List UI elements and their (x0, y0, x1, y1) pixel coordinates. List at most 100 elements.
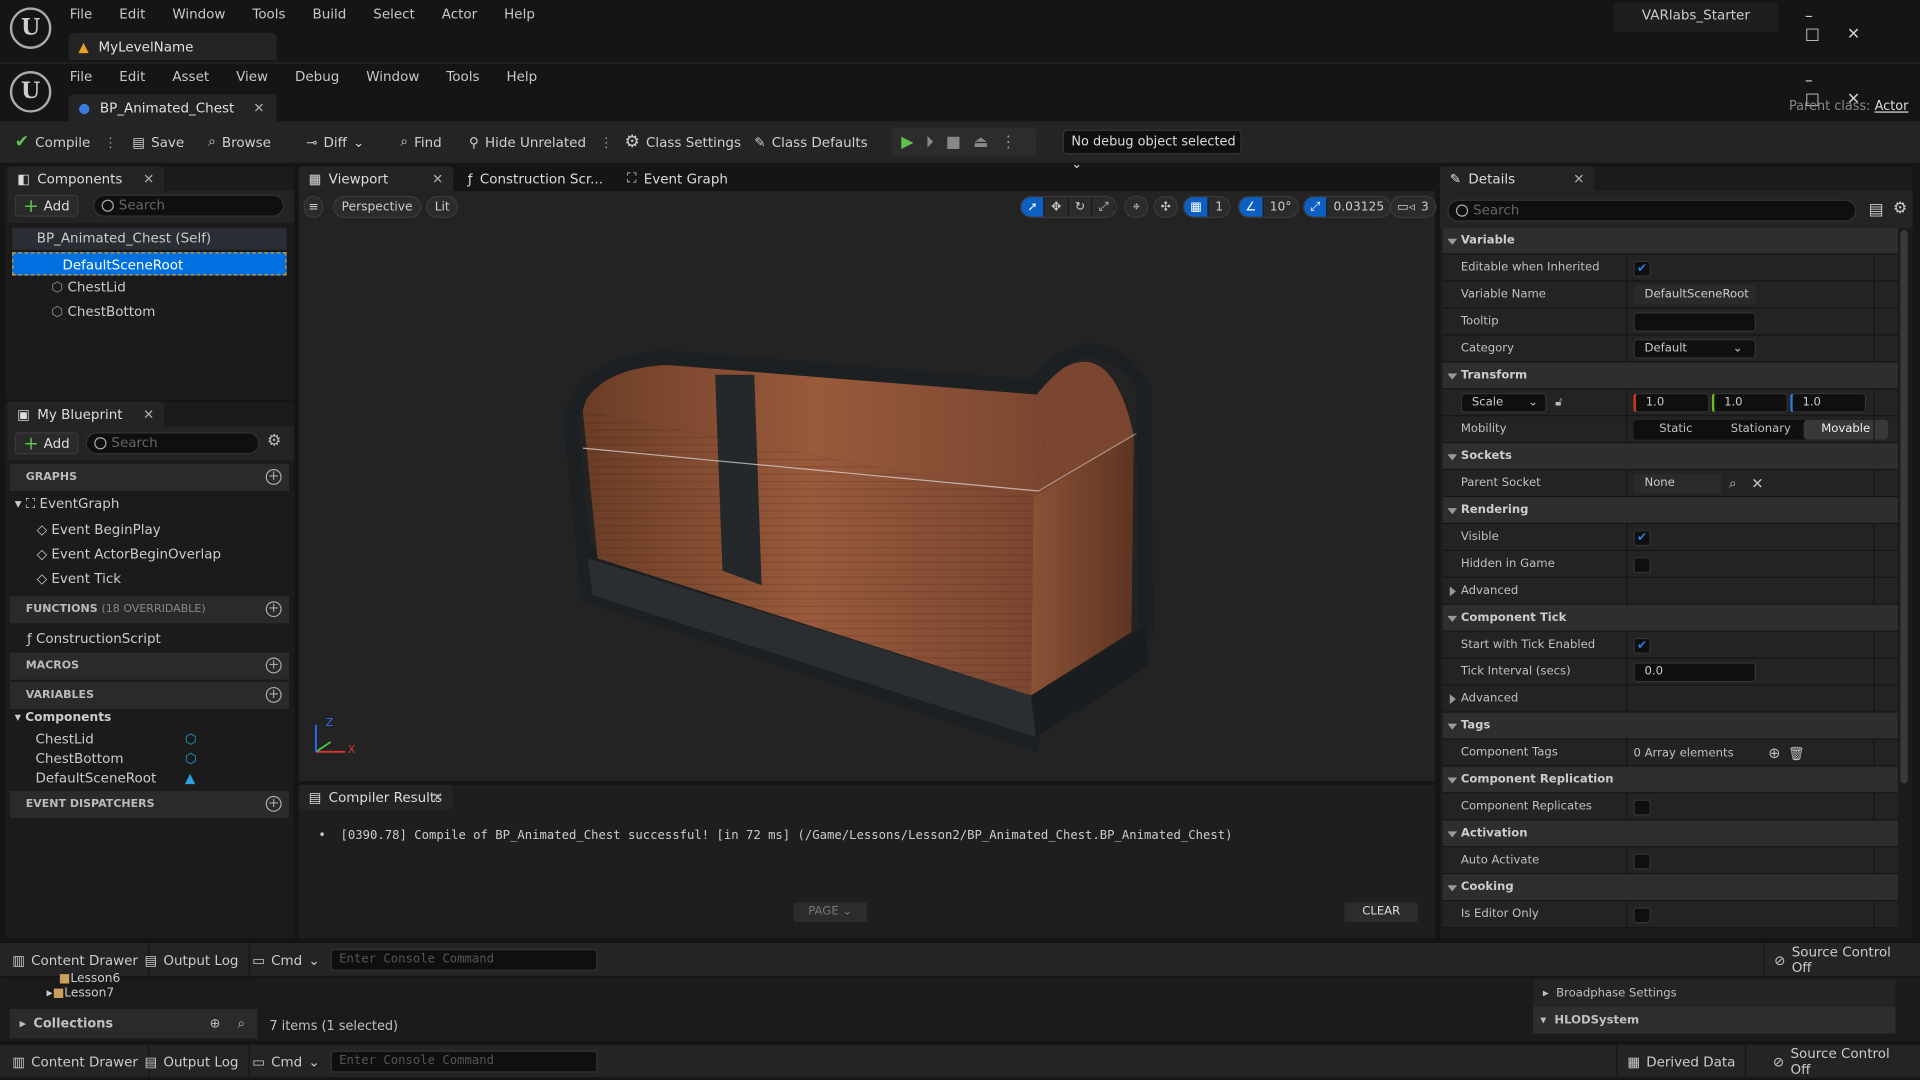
details-row-variable[interactable]: Variable (1442, 227, 1898, 255)
unlock-icon[interactable]: 🔓︎ (1555, 396, 1563, 409)
menu-item[interactable]: Actor (442, 6, 477, 22)
find-button[interactable]: ⌕ Find (400, 130, 441, 154)
select-icon[interactable]: ➚ (1021, 197, 1045, 217)
collapse-arrow-icon[interactable] (1447, 454, 1458, 461)
diff-button[interactable]: ⊸ Diff ⌄ (306, 130, 364, 154)
event-item[interactable]: ◇ Event ActorBeginOverlap (37, 546, 221, 562)
browse-socket-icon[interactable]: ⌕ (1729, 475, 1737, 492)
parent-class-link[interactable]: Actor (1875, 99, 1909, 114)
collapse-arrow-icon[interactable] (1447, 238, 1458, 245)
broadphase-settings-row[interactable]: ▸ Broadphase Settings (1533, 979, 1896, 1007)
mobility-option-static[interactable]: Static (1633, 420, 1718, 440)
grid-snap[interactable]: ▦ 1 (1182, 195, 1231, 218)
clear-button[interactable]: CLEAR (1344, 902, 1418, 923)
debug-object-select[interactable]: No debug object selected ⌄ (1062, 129, 1242, 171)
tab-blueprint[interactable]: ● BP_Animated_Chest ✕ (68, 94, 277, 122)
text-input[interactable]: DefaultSceneRoot (1633, 285, 1756, 305)
checkbox[interactable]: ✔ (1633, 637, 1651, 654)
tree-item-default-scene-root[interactable]: DefaultSceneRoot (12, 252, 287, 276)
browse-button[interactable]: ⌕ Browse (208, 130, 271, 154)
details-scrollbar[interactable] (1900, 230, 1908, 784)
mobility-option-stationary[interactable]: Stationary (1718, 420, 1803, 440)
move-icon[interactable]: ✥ (1045, 197, 1069, 217)
menu-item[interactable]: Edit (119, 6, 145, 22)
more-icon[interactable]: ⋮ (1001, 133, 1017, 151)
details-row-advanced[interactable]: Advanced (1442, 685, 1898, 713)
menu-item[interactable]: Tools (446, 69, 479, 85)
close-icon[interactable]: ✕ (143, 171, 154, 187)
menu-item[interactable]: Asset (172, 69, 209, 85)
output-log-button[interactable]: ▤ Output Log (135, 942, 250, 978)
menu-item[interactable]: Build (313, 6, 347, 22)
add-circle-icon[interactable]: + (265, 601, 282, 618)
tree-item-event-graph[interactable]: ▾ ⛶ EventGraph (15, 496, 120, 513)
details-row-sockets[interactable]: Sockets (1442, 443, 1898, 471)
scale-x-input[interactable]: 1.0 (1633, 393, 1710, 413)
add-circle-icon[interactable]: + (265, 469, 282, 485)
socket-input[interactable]: None (1633, 473, 1722, 494)
lit-button[interactable]: Lit (426, 195, 459, 218)
collapse-arrow-icon[interactable] (1447, 508, 1458, 515)
expand-arrow-icon[interactable] (1449, 694, 1456, 705)
world-local-button[interactable]: ⌖ (1124, 195, 1149, 218)
menu-item[interactable]: Window (366, 69, 419, 85)
tree-item-self[interactable]: BP_Animated_Chest (Self) (12, 227, 287, 250)
property-matrix-icon[interactable]: ▤ (1869, 201, 1884, 219)
section-graphs[interactable]: GRAPHS + (9, 464, 289, 492)
scale-y-input[interactable]: 1.0 (1711, 393, 1788, 413)
collapse-arrow-icon[interactable] (1447, 615, 1458, 623)
camera-speed[interactable]: ▭◃ 3 (1389, 195, 1437, 218)
gear-icon[interactable]: ⚙ (1893, 200, 1907, 218)
close-icon[interactable]: ✕ (1573, 171, 1584, 187)
collapse-arrow-icon[interactable] (1447, 373, 1458, 380)
checkbox[interactable]: ✔ (1633, 260, 1651, 277)
window-controls[interactable]: –□✕ (1805, 7, 1920, 44)
details-row-rendering[interactable]: Rendering (1442, 497, 1898, 525)
tab-construction-script[interactable]: ƒ Construction Scr... (458, 167, 612, 191)
search-icon[interactable]: ⌕ (238, 1016, 245, 1032)
text-input[interactable]: 0.0 (1633, 662, 1756, 683)
trash-icon[interactable]: 🗑︎ (1788, 745, 1805, 761)
menu-item[interactable]: Edit (119, 69, 145, 85)
mobility-option-movable[interactable]: Movable (1803, 420, 1889, 440)
category-combo[interactable]: Default ⌄ (1633, 339, 1756, 359)
gear-icon[interactable]: ⚙ (267, 432, 281, 450)
my-blueprint-search-input[interactable]: Search (85, 432, 260, 455)
scale-icon[interactable]: ⤢ (1092, 197, 1116, 217)
play-icon[interactable]: ▶ (901, 133, 913, 151)
details-row-activation[interactable]: Activation (1442, 820, 1898, 848)
clear-icon[interactable]: ✕ (1751, 475, 1763, 492)
details-row-component-replication[interactable]: Component Replication (1442, 766, 1898, 794)
tree-item-chest-lid[interactable]: ⬡ ChestLid (51, 279, 125, 295)
compile-button[interactable]: ✔ Compile ⋮ (15, 130, 118, 154)
more-icon[interactable]: ⋮ (599, 134, 612, 150)
stop-icon[interactable]: ■ (946, 133, 961, 151)
text-input[interactable] (1633, 312, 1756, 332)
collapse-arrow-icon[interactable] (1447, 885, 1458, 892)
hlod-system-header[interactable]: ▾ HLODSystem (1533, 1006, 1896, 1034)
folder-item[interactable]: ▸■Lesson7 (47, 987, 115, 1000)
details-row-cooking[interactable]: Cooking (1442, 874, 1898, 902)
section-macros[interactable]: MACROS + (9, 652, 289, 680)
tab-viewport[interactable]: ▦ Viewport ✕ (298, 166, 454, 192)
collapse-arrow-icon[interactable] (1447, 831, 1458, 838)
add-circle-icon[interactable]: + (265, 795, 282, 812)
output-log-button[interactable]: ▤ Output Log (135, 1044, 250, 1079)
section-variables[interactable]: VARIABLES + (9, 682, 289, 709)
collapse-arrow-icon[interactable] (1447, 723, 1458, 730)
variable-item[interactable]: ChestLid ⬡ (36, 731, 207, 747)
details-search-input[interactable]: Search (1447, 199, 1857, 222)
close-icon[interactable]: ✕ (143, 406, 154, 422)
tree-item-chest-bottom[interactable]: ⬡ ChestBottom (51, 304, 155, 320)
add-circle-icon[interactable]: + (265, 686, 282, 703)
collapse-arrow-icon[interactable] (1447, 777, 1458, 784)
section-event-dispatchers[interactable]: EVENT DISPATCHERS + (9, 791, 289, 818)
variable-item[interactable]: DefaultSceneRoot ▲ (36, 770, 207, 786)
tab-components[interactable]: ◧ Components ✕ (7, 166, 165, 192)
class-defaults-button[interactable]: ✎ Class Defaults (754, 130, 867, 154)
console-command-input[interactable]: Enter Console Command (330, 948, 598, 972)
tab-details[interactable]: ✎ Details ✕ (1440, 166, 1595, 192)
checkbox[interactable] (1633, 556, 1651, 573)
cmd-button[interactable]: ▭ Cmd ⌄ (242, 1044, 329, 1078)
variable-category[interactable]: ▾ Components (15, 711, 112, 724)
